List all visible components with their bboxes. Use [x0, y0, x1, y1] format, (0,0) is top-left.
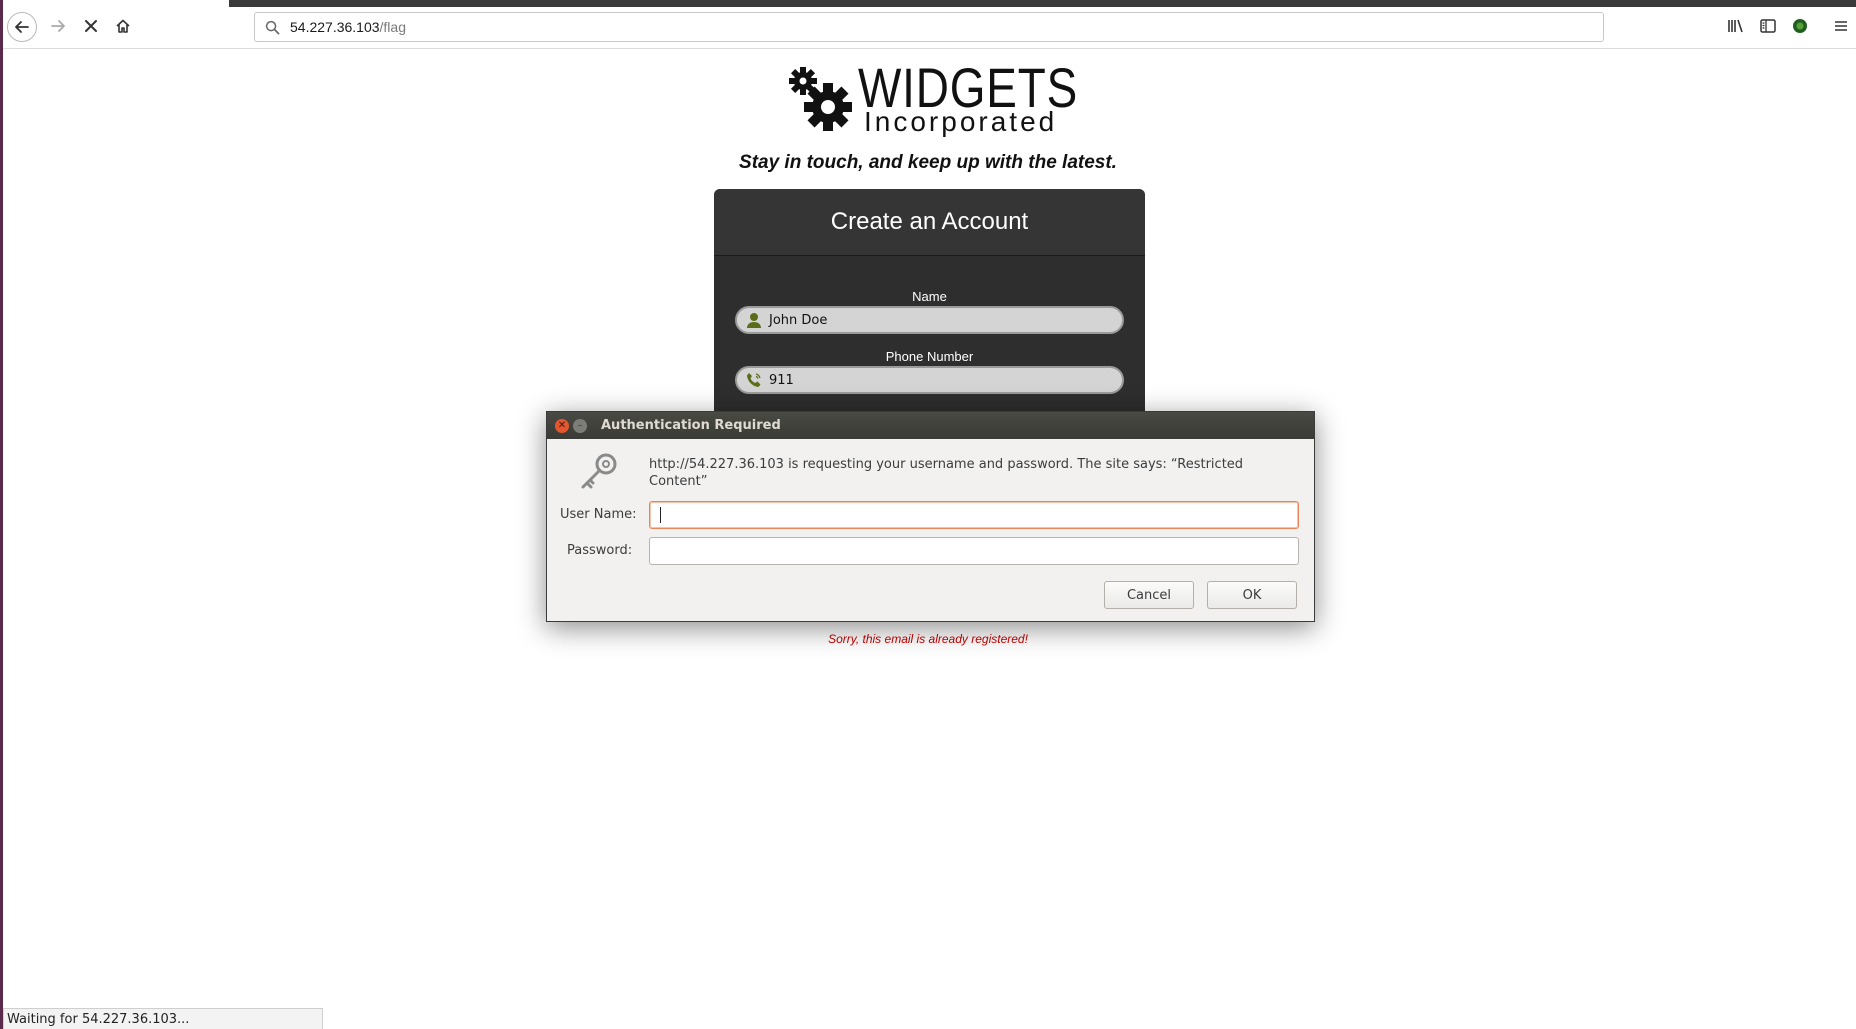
- forward-button[interactable]: [43, 11, 73, 41]
- name-value: John Doe: [769, 312, 828, 328]
- phone-icon: [747, 373, 761, 387]
- gears-icon: [789, 67, 852, 131]
- company-logo: WIDGETS Incorporated: [786, 60, 1077, 138]
- dialog-message: http://54.227.36.103 is requesting your …: [649, 457, 1244, 489]
- search-icon: [265, 20, 280, 34]
- logo-subtitle: Incorporated: [864, 106, 1058, 137]
- error-message: Sorry, this email is already registered!: [828, 632, 1028, 646]
- dialog-minimize-button[interactable]: –: [573, 418, 587, 433]
- status-text: Waiting for 54.227.36.103...: [7, 1011, 190, 1027]
- form-title: Create an Account: [830, 208, 1029, 235]
- extension-button[interactable]: [1789, 15, 1811, 37]
- shield-extension-icon: [1793, 19, 1807, 33]
- minimize-icon: –: [577, 419, 583, 431]
- tab-strip: [229, 0, 1856, 7]
- phone-value: 911: [769, 372, 794, 388]
- cancel-button[interactable]: Cancel: [1104, 581, 1194, 609]
- auth-dialog: ✕ – Authentication Required http://54.22…: [546, 411, 1315, 622]
- close-icon: [85, 20, 97, 32]
- browser-toolbar: 54.227.36.103/flag: [3, 0, 1856, 49]
- library-icon: [1728, 19, 1743, 33]
- username-input[interactable]: [649, 501, 1299, 529]
- form-header: Create an Account: [714, 189, 1145, 256]
- library-button[interactable]: [1725, 15, 1747, 37]
- close-icon: ✕: [557, 419, 567, 431]
- name-field[interactable]: John Doe: [735, 306, 1124, 334]
- url-path: /flag: [379, 19, 406, 35]
- phone-field[interactable]: 911: [735, 366, 1124, 394]
- arrow-left-icon: [15, 21, 29, 33]
- status-bar: Waiting for 54.227.36.103...: [3, 1008, 323, 1029]
- name-label: Name: [912, 289, 947, 304]
- sidebar-button[interactable]: [1757, 15, 1779, 37]
- ok-button[interactable]: OK: [1207, 581, 1297, 609]
- dialog-close-button[interactable]: ✕: [555, 418, 569, 433]
- url-bar[interactable]: 54.227.36.103/flag: [254, 12, 1604, 42]
- home-button[interactable]: [108, 11, 138, 41]
- sidebar-icon: [1760, 19, 1776, 33]
- menu-button[interactable]: [1830, 15, 1852, 37]
- phone-label: Phone Number: [885, 349, 974, 364]
- back-button[interactable]: [7, 12, 37, 42]
- key-icon: [581, 453, 617, 489]
- password-label: Password:: [567, 543, 633, 558]
- url-host: 54.227.36.103: [290, 19, 380, 35]
- dialog-title: Authentication Required: [601, 418, 781, 433]
- dialog-titlebar: ✕ – Authentication Required: [547, 412, 1314, 439]
- home-icon: [116, 19, 130, 33]
- hamburger-menu-icon: [1835, 21, 1847, 31]
- page-tagline: Stay in touch, and keep up with the late…: [739, 152, 1117, 173]
- stop-button[interactable]: [76, 11, 106, 41]
- person-icon: [747, 313, 761, 328]
- username-label: User Name:: [560, 507, 637, 522]
- password-input[interactable]: [649, 537, 1299, 565]
- text-caret: [660, 507, 661, 523]
- arrow-right-icon: [51, 20, 65, 32]
